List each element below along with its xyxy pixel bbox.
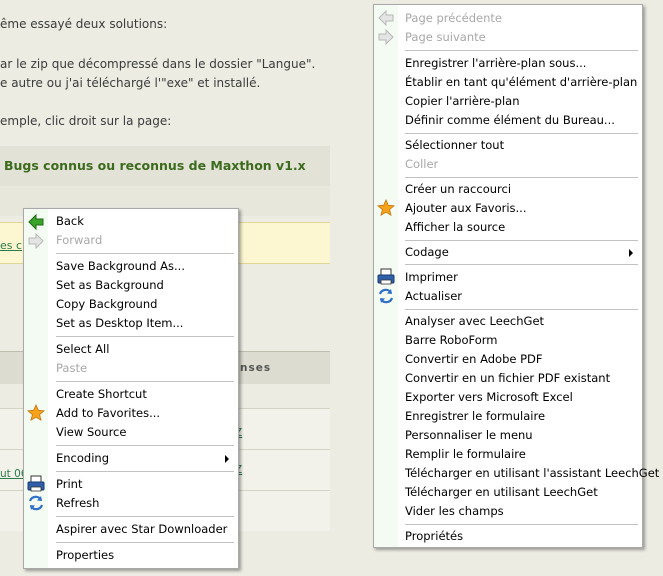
star-icon [377, 199, 395, 217]
refresh-icon [28, 495, 44, 511]
menu-item-forward[interactable]: Forward [56, 233, 102, 247]
menu-item-back[interactable]: Back [56, 214, 84, 228]
menu-separator [405, 133, 638, 134]
menu-item-create-shortcut[interactable]: Create Shortcut [56, 387, 147, 401]
menu-item-page-precedente[interactable]: Page précédente [405, 11, 502, 25]
menu-item-paste[interactable]: Paste [56, 361, 87, 375]
menu-separator [56, 336, 234, 337]
column-header-responses: nses [240, 362, 272, 374]
menu-item-telecharger-assistant[interactable]: Télécharger en utilisant l'assistant Lee… [405, 466, 659, 480]
menu-item-add-favorites[interactable]: Add to Favorites... [56, 406, 160, 420]
menu-item-selectionner-tout[interactable]: Sélectionner tout [405, 138, 504, 152]
menu-item-print[interactable]: Print [56, 477, 82, 491]
menu-separator [56, 445, 234, 446]
menu-item-definir-bureau[interactable]: Définir comme élément du Bureau... [405, 113, 615, 127]
submenu-arrow-icon [225, 455, 229, 463]
menu-item-convertir-pdf[interactable]: Convertir en Adobe PDF [405, 352, 543, 366]
post-text-line-3: e autre ou j'ai téléchargé l'"exe" et in… [0, 76, 261, 90]
menu-separator [405, 177, 638, 178]
menu-item-barre-roboform[interactable]: Barre RoboForm [405, 333, 497, 347]
menu-item-actualiser[interactable]: Actualiser [405, 289, 462, 303]
menu-item-enregistrer-arriere-plan[interactable]: Enregistrer l'arrière-plan sous... [405, 56, 586, 70]
menu-item-analyser-leechget[interactable]: Analyser avec LeechGet [405, 314, 544, 328]
menu-item-telecharger-leechget[interactable]: Télécharger en utilisant LeechGet [405, 485, 598, 499]
printer-icon [27, 475, 45, 492]
menu-item-view-source[interactable]: View Source [56, 425, 126, 439]
menu-separator [405, 524, 638, 525]
menu-separator [56, 542, 234, 543]
menu-item-coller[interactable]: Coller [405, 157, 438, 171]
menu-separator [56, 471, 234, 472]
menu-item-select-all[interactable]: Select All [56, 342, 109, 356]
menu-separator [56, 253, 234, 254]
post-text-line-4: emple, clic droit sur la page: [0, 114, 172, 128]
back-arrow-icon [378, 9, 394, 27]
menu-separator [405, 309, 638, 310]
menu-separator [56, 516, 234, 517]
menu-item-exporter-excel[interactable]: Exporter vers Microsoft Excel [405, 390, 573, 404]
menu-item-properties[interactable]: Properties [56, 548, 114, 562]
notice-link[interactable]: es c [0, 239, 22, 252]
menu-item-personnaliser-menu[interactable]: Personnaliser le menu [405, 428, 533, 442]
menu-separator [405, 240, 638, 241]
menu-item-set-background[interactable]: Set as Background [56, 278, 164, 292]
menu-item-copy-background[interactable]: Copy Background [56, 297, 157, 311]
page-title-bar: Bugs connus ou reconnus de Maxthon v1.x [0, 146, 330, 187]
menu-item-creer-raccourci[interactable]: Créer un raccourci [405, 182, 511, 196]
menu-item-page-suivante[interactable]: Page suivante [405, 30, 486, 44]
page-title: Bugs connus ou reconnus de Maxthon v1.x [4, 158, 306, 173]
post-text-line-1: ême essayé deux solutions: [0, 17, 168, 31]
menu-item-save-background[interactable]: Save Background As... [56, 259, 185, 273]
menu-item-proprietes[interactable]: Propriétés [405, 529, 463, 543]
back-arrow-icon [28, 213, 44, 231]
printer-icon [377, 268, 395, 285]
menu-item-encoding[interactable]: Encoding [56, 451, 109, 465]
menu-separator [405, 264, 638, 265]
context-menu-english: Back Forward Save Background As... Set a… [23, 208, 239, 569]
menu-item-set-desktop[interactable]: Set as Desktop Item... [56, 316, 183, 330]
menu-item-convertir-pdf-existant[interactable]: Convertir en un fichier PDF existant [405, 371, 610, 385]
menu-item-enregistrer-formulaire[interactable]: Enregistrer le formulaire [405, 409, 545, 423]
refresh-icon [378, 288, 394, 304]
forward-arrow-icon [28, 232, 44, 250]
submenu-arrow-icon [629, 249, 633, 257]
menu-separator [405, 50, 638, 51]
menu-item-ajouter-favoris[interactable]: Ajouter aux Favoris... [405, 201, 526, 215]
context-menu-french: Page précédente Page suivante Enregistre… [373, 4, 659, 548]
menu-item-refresh[interactable]: Refresh [56, 496, 99, 510]
menu-separator [56, 381, 234, 382]
post-text-line-2: ar le zip que décompressé dans le dossie… [0, 57, 316, 71]
menu-item-star-downloader[interactable]: Aspirer avec Star Downloader [56, 522, 227, 536]
menu-item-remplir-formulaire[interactable]: Remplir le formulaire [405, 447, 526, 461]
menu-item-imprimer[interactable]: Imprimer [405, 270, 458, 284]
menu-item-codage[interactable]: Codage [405, 245, 449, 259]
menu-item-afficher-source[interactable]: Afficher la source [405, 220, 505, 234]
forward-arrow-icon [378, 28, 394, 46]
star-icon [27, 404, 45, 422]
menu-item-etablir-arriere-plan[interactable]: Établir en tant qu'élément d'arrière-pla… [405, 75, 637, 89]
menu-item-copier-arriere-plan[interactable]: Copier l'arrière-plan [405, 94, 519, 108]
menu-item-vider-champs[interactable]: Vider les champs [405, 504, 504, 518]
